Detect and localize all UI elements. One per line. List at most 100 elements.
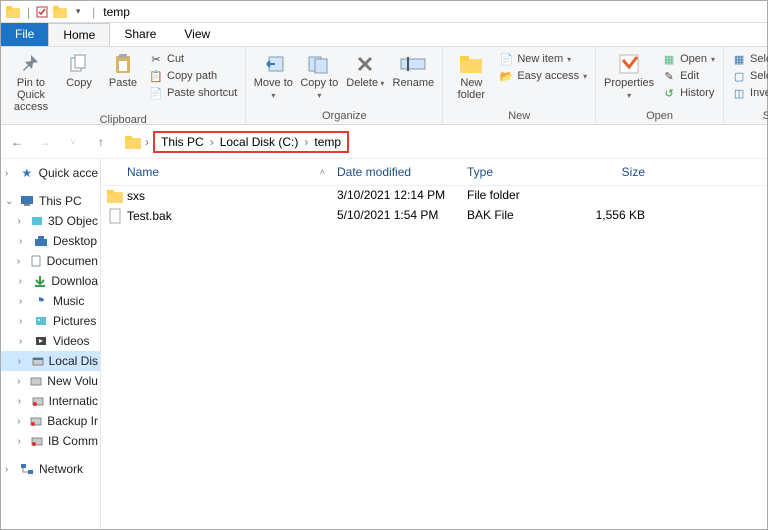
tab-file[interactable]: File	[1, 23, 48, 46]
paste-button[interactable]: Paste	[103, 49, 143, 89]
select-all-icon: ▦	[732, 52, 746, 66]
col-size[interactable]: Size	[571, 163, 651, 181]
expand-icon[interactable]: ›	[18, 356, 27, 367]
forward-button[interactable]: →	[35, 132, 55, 152]
chevron-right-icon[interactable]: ›	[210, 135, 214, 149]
easy-access-button[interactable]: 📂Easy access	[497, 68, 589, 84]
properties-icon	[613, 51, 645, 77]
crumb-this-pc[interactable]: This PC	[161, 135, 204, 149]
copy-path-button[interactable]: 📋Copy path	[147, 68, 239, 84]
file-name: Test.bak	[127, 209, 172, 223]
expand-icon[interactable]: ›	[19, 236, 29, 247]
expand-icon[interactable]: ›	[5, 464, 15, 475]
expand-icon[interactable]: ›	[19, 316, 29, 327]
item-icon	[30, 433, 44, 449]
tree-item[interactable]: › Documen	[1, 251, 100, 271]
tree-item[interactable]: › Backup Ir	[1, 411, 100, 431]
paste-shortcut-button[interactable]: 📄Paste shortcut	[147, 85, 239, 101]
tab-home[interactable]: Home	[48, 23, 110, 46]
col-name[interactable]: Name ˄	[101, 163, 331, 181]
copy-to-icon	[303, 51, 335, 77]
shortcut-icon: 📄	[149, 86, 163, 100]
history-icon: ↺	[662, 86, 676, 100]
select-none-icon: ▢	[732, 69, 746, 83]
copy-button[interactable]: Copy	[59, 49, 99, 89]
invert-selection-button[interactable]: ◫Invert selection	[730, 85, 768, 101]
tab-share[interactable]: Share	[110, 23, 170, 46]
open-button[interactable]: ▦Open	[660, 51, 717, 67]
recent-locations-button[interactable]: ˅	[63, 132, 83, 152]
tree-network[interactable]: › Network	[1, 459, 100, 479]
tree-item[interactable]: › 3D Objec	[1, 211, 100, 231]
col-type[interactable]: Type	[461, 163, 571, 181]
tree-item[interactable]: › Music	[1, 291, 100, 311]
tree-item[interactable]: › Internatic	[1, 391, 100, 411]
expand-icon[interactable]: ›	[17, 436, 25, 447]
item-icon	[29, 413, 43, 429]
crumb-temp[interactable]: temp	[314, 135, 341, 149]
invert-icon: ◫	[732, 86, 746, 100]
file-date: 3/10/2021 12:14 PM	[331, 186, 461, 206]
tree-item[interactable]: › Desktop	[1, 231, 100, 251]
file-size	[571, 186, 651, 206]
file-row[interactable]: sxs 3/10/2021 12:14 PM File folder	[101, 186, 767, 206]
cut-button[interactable]: ✂Cut	[147, 51, 239, 67]
item-icon	[32, 273, 47, 289]
history-button[interactable]: ↺History	[660, 85, 717, 101]
expand-icon[interactable]: ›	[19, 276, 29, 287]
new-item-button[interactable]: 📄New item	[497, 51, 589, 67]
tree-item[interactable]: › Local Dis	[1, 351, 100, 371]
move-icon	[257, 51, 289, 77]
expand-icon[interactable]: ›	[17, 256, 25, 267]
copy-to-button[interactable]: Copy to	[298, 49, 340, 101]
sort-asc-icon: ˄	[320, 167, 325, 177]
select-none-button[interactable]: ▢Select none	[730, 68, 768, 84]
pin-button[interactable]: Pin to Quick access	[7, 49, 55, 113]
rename-icon	[397, 51, 429, 77]
tree-item[interactable]: › New Volu	[1, 371, 100, 391]
edit-button[interactable]: ✎Edit	[660, 68, 717, 84]
item-icon	[33, 313, 49, 329]
save-icon[interactable]	[34, 4, 50, 20]
tree-item[interactable]: › IB Comm	[1, 431, 100, 451]
chevron-right-icon[interactable]: ›	[304, 135, 308, 149]
new-folder-button[interactable]: New folder	[449, 49, 493, 101]
expand-icon[interactable]: ›	[18, 396, 27, 407]
collapse-icon[interactable]: ⌄	[5, 196, 15, 207]
back-button[interactable]: ←	[7, 132, 27, 152]
tree-quick-access[interactable]: › ★ Quick acce	[1, 163, 100, 183]
tree-item[interactable]: › Pictures	[1, 311, 100, 331]
file-row[interactable]: Test.bak 5/10/2021 1:54 PM BAK File 1,55…	[101, 206, 767, 226]
expand-icon[interactable]: ›	[17, 216, 25, 227]
tab-view[interactable]: View	[170, 23, 224, 46]
delete-button[interactable]: Delete	[344, 49, 386, 89]
up-button[interactable]: ↑	[91, 132, 111, 152]
tree-item[interactable]: › Videos	[1, 331, 100, 351]
expand-icon[interactable]: ›	[19, 296, 29, 307]
col-date[interactable]: Date modified	[331, 163, 461, 181]
tree-item[interactable]: › Downloa	[1, 271, 100, 291]
tree-item-label: Local Dis	[49, 354, 98, 368]
group-open: Properties ▦Open ✎Edit ↺History Open	[596, 47, 724, 124]
expand-icon[interactable]: ›	[17, 416, 25, 427]
scissors-icon: ✂	[149, 52, 163, 66]
rename-button[interactable]: Rename	[390, 49, 436, 89]
breadcrumb-highlight: This PC › Local Disk (C:) › temp	[153, 131, 349, 153]
file-list[interactable]: Name ˄ Date modified Type Size sxs 3/10/…	[101, 159, 767, 529]
expand-icon[interactable]: ›	[5, 168, 15, 179]
address-bar[interactable]: › This PC › Local Disk (C:) › temp	[119, 129, 761, 155]
navigation-pane[interactable]: › ★ Quick acce ⌄ This PC › 3D Objec › De…	[1, 159, 101, 529]
move-to-button[interactable]: Move to	[252, 49, 294, 101]
expand-icon[interactable]: ›	[19, 336, 29, 347]
properties-button[interactable]: Properties	[602, 49, 656, 101]
edit-icon: ✎	[662, 69, 676, 83]
folder-small-icon	[52, 4, 68, 20]
chevron-right-icon[interactable]: ›	[145, 135, 149, 149]
chevron-down-icon[interactable]: ▾	[70, 4, 86, 20]
tree-this-pc[interactable]: ⌄ This PC	[1, 191, 100, 211]
select-all-button[interactable]: ▦Select all	[730, 51, 768, 67]
crumb-local-disk[interactable]: Local Disk (C:)	[220, 135, 299, 149]
monitor-icon	[19, 193, 35, 209]
folder-icon	[107, 188, 123, 204]
expand-icon[interactable]: ›	[17, 376, 25, 387]
